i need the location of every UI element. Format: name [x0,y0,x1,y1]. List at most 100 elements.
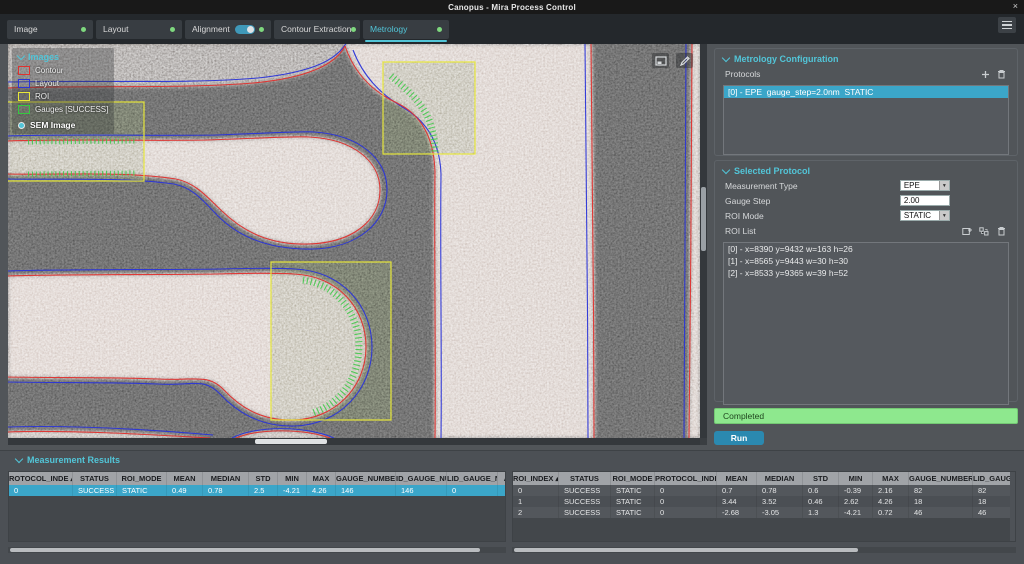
scroll-thumb[interactable] [514,548,858,552]
column-header[interactable]: MEAN [167,472,203,485]
column-header[interactable]: MEDIAN [757,472,803,485]
snapshot-button[interactable] [652,53,669,68]
legend-item-contour[interactable]: Contour [18,66,108,75]
run-button[interactable]: Run [714,431,764,445]
table-vertical-scrollbar[interactable] [1010,472,1015,541]
column-header[interactable]: STD [249,472,278,485]
list-item[interactable]: [2] - x=8533 y=9365 w=39 h=52 [724,267,1008,279]
scroll-thumb[interactable] [255,439,327,444]
tab-metrology[interactable]: Metrology [363,20,449,39]
scroll-thumb[interactable] [701,187,706,251]
table-cell: 2.16 [873,485,909,496]
column-header[interactable]: GAUGE_NUMBER [336,472,396,485]
draw-button[interactable] [676,53,693,68]
tab-contour-extraction[interactable]: Contour Extraction [274,20,360,39]
table-cell: 2.62 [839,496,873,507]
legend-item-layout[interactable]: Layout [18,79,108,88]
column-header[interactable]: STATUS [73,472,117,485]
column-header[interactable]: MIN [278,472,307,485]
measurement-type-label: Measurement Type [725,181,900,191]
layer-checkbox[interactable] [18,79,30,88]
column-header[interactable]: ROTOCOL_INDE ▴ [9,472,73,485]
layer-checkbox[interactable] [18,66,30,75]
chevron-down-icon [17,51,25,59]
table-row[interactable]: 0SUCCESSSTATIC00.70.780.6-0.392.1682820 [513,485,1016,496]
table-cell: 0.78 [757,485,803,496]
results-header[interactable]: Measurement Results [0,451,1024,467]
table-cell: 4.26 [307,485,336,496]
table-row[interactable]: 0SUCCESSSTATIC0.490.782.5-4.214.26146146… [9,485,506,496]
table-row[interactable]: 2SUCCESSSTATIC0-2.68-3.051.3-4.210.72464… [513,507,1016,518]
column-header[interactable]: PROTOCOL_INDEX [655,472,717,485]
column-header[interactable]: STD [803,472,839,485]
close-icon[interactable]: × [1013,1,1018,11]
layer-checkbox[interactable] [18,105,30,114]
status-dot-icon [437,27,442,32]
chevron-down-icon: ▼ [939,181,949,190]
legend-label: Gauges [SUCCESS] [35,105,108,114]
measurement-type-select[interactable]: EPE▼ [900,180,950,191]
sem-image-radio[interactable]: SEM Image [18,120,108,130]
roi-list-label: ROI List [725,226,756,236]
table-cell: -0.39 [839,485,873,496]
chevron-down-icon [15,454,23,462]
legend-item-gauges[interactable]: Gauges [SUCCESS] [18,105,108,114]
auto-roi-icon[interactable] [978,225,990,237]
gauge-step-label: Gauge Step [725,196,900,206]
column-header[interactable]: ROI_MODE [611,472,655,485]
list-item[interactable]: [1] - x=8565 y=9443 w=30 h=30 [724,255,1008,267]
legend-header[interactable]: Images [18,52,108,62]
table-cell: 1 [513,496,559,507]
status-dot-icon [81,27,86,32]
table-cell: -4.21 [278,485,307,496]
viewer-vertical-scrollbar[interactable] [700,44,707,438]
legend-label: Layout [35,79,59,88]
table-cell: 0 [655,496,717,507]
column-header[interactable]: ROI_INDEX ▴ [513,472,559,485]
column-header[interactable]: MEAN [717,472,757,485]
legend-label: Contour [35,66,63,75]
results-table-per-roi: ROI_INDEX ▴STATUSROI_MODEPROTOCOL_INDEXM… [512,471,1016,542]
list-item[interactable]: [0] - EPE gauge_step=2.0nm STATIC [724,86,1008,98]
column-header[interactable]: A [498,472,506,485]
tab-alignment[interactable]: Alignment [185,20,271,39]
alignment-toggle[interactable] [235,25,255,34]
section-header[interactable]: Selected Protocol [715,161,1017,178]
scroll-thumb[interactable] [10,548,480,552]
section-header[interactable]: Metrology Configuration [715,49,1017,66]
protocols-list: [0] - EPE gauge_step=2.0nm STATIC [723,85,1009,155]
right-table-horizontal-scrollbar[interactable] [512,547,1016,553]
column-header[interactable]: MIN [839,472,873,485]
chevron-down-icon: ▼ [939,211,949,220]
add-roi-icon[interactable] [961,225,973,237]
pencil-icon [679,55,691,67]
table-cell [498,485,506,496]
column-header[interactable]: MAX [873,472,909,485]
table-cell: 0.72 [873,507,909,518]
table-cell: STATIC [117,485,167,496]
column-header[interactable]: GAUGE_NUMBER [909,472,973,485]
viewer-horizontal-scrollbar[interactable] [8,438,700,445]
roi-mode-select[interactable]: STATIC▼ [900,210,950,221]
delete-roi-icon[interactable] [995,225,1007,237]
sem-image-viewer[interactable]: Images ContourLayoutROIGauges [SUCCESS] … [8,44,707,445]
legend-item-roi[interactable]: ROI [18,92,108,101]
delete-protocol-icon[interactable] [995,68,1007,80]
column-header[interactable]: ID_GAUGE_NUME [396,472,447,485]
hamburger-menu-icon[interactable] [998,17,1016,33]
column-header[interactable]: ROI_MODE [117,472,167,485]
column-header[interactable]: MEDIAN [203,472,249,485]
left-table-horizontal-scrollbar[interactable] [8,547,506,553]
column-header[interactable]: LID_GAUGE_NUM [447,472,498,485]
tab-label: Layout [103,24,129,34]
add-protocol-icon[interactable] [979,68,991,80]
table-row[interactable]: 1SUCCESSSTATIC03.443.520.462.624.2618180 [513,496,1016,507]
layer-checkbox[interactable] [18,92,30,101]
column-header[interactable]: STATUS [559,472,611,485]
list-item[interactable]: [0] - x=8390 y=9432 w=163 h=26 [724,243,1008,255]
gauge-step-input[interactable]: 2.00 [900,195,950,206]
tab-layout[interactable]: Layout [96,20,182,39]
window-title: Canopus - Mira Process Control [448,3,576,12]
column-header[interactable]: MAX [307,472,336,485]
tab-image[interactable]: Image [7,20,93,39]
